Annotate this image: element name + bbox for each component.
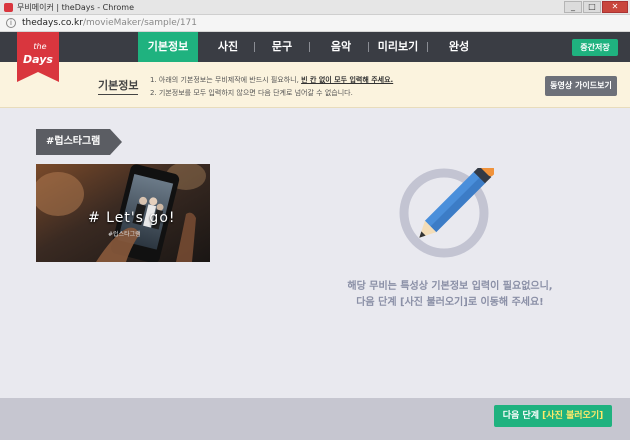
video-guide-button[interactable]: 동영상 가이드보기 bbox=[545, 76, 617, 96]
next-step-highlight: [사진 불러오기] bbox=[542, 411, 604, 421]
info-instructions: 1. 아래의 기본정보는 무비제작에 반드시 필요하니, 빈 칸 없이 모두 입… bbox=[150, 74, 393, 100]
info-title: 기본정보 bbox=[98, 77, 139, 95]
info-line-1-text: 1. 아래의 기본정보는 무비제작에 반드시 필요하니, bbox=[150, 76, 299, 84]
tab-basic-info[interactable]: 기본정보 bbox=[138, 32, 198, 62]
save-draft-button[interactable]: 중간저장 bbox=[572, 39, 618, 56]
address-bar[interactable]: i thedays.co.kr/movieMaker/sample/171 bbox=[0, 15, 630, 32]
close-button[interactable]: ✕ bbox=[602, 1, 628, 13]
nav-divider bbox=[427, 42, 428, 52]
tab-preview[interactable]: 미리보기 bbox=[375, 32, 421, 62]
tab-photo[interactable]: 사진 bbox=[216, 32, 240, 62]
skip-message: 해당 무비는 특성상 기본정보 입력이 필요없으니, 다음 단계 [사진 불러오… bbox=[330, 279, 570, 311]
nav-divider bbox=[309, 42, 310, 52]
tab-complete[interactable]: 완성 bbox=[446, 32, 472, 62]
thumbnail-caption: # Let's go! bbox=[88, 210, 176, 226]
skip-message-line-2: 다음 단계 [사진 불러오기]로 이동해 주세요! bbox=[356, 297, 544, 308]
info-line-1-emphasis: 빈 칸 없이 모두 입력해 주세요. bbox=[301, 76, 394, 84]
logo-top-text: the bbox=[33, 42, 46, 51]
sample-thumbnail[interactable]: # Let's go! #럽스타그램 bbox=[36, 164, 210, 262]
next-step-label: 다음 단계 bbox=[502, 411, 540, 421]
window-controls: _ □ ✕ bbox=[564, 1, 628, 13]
sample-tag-label: #럽스타그램 bbox=[46, 136, 101, 147]
logo-bottom-text: Days bbox=[23, 53, 53, 66]
browser-titlebar: 무비메이커 | theDays - Chrome _ □ ✕ bbox=[0, 0, 630, 15]
url-text[interactable]: thedays.co.kr/movieMaker/sample/171 bbox=[22, 17, 197, 30]
tab-text[interactable]: 문구 bbox=[269, 32, 295, 62]
maximize-button[interactable]: □ bbox=[583, 1, 601, 13]
info-icon[interactable]: i bbox=[6, 18, 16, 28]
window-title: 무비메이커 | theDays - Chrome bbox=[17, 3, 135, 12]
nav-divider bbox=[368, 42, 369, 52]
thedays-logo[interactable]: the Days bbox=[17, 32, 59, 82]
tab-music[interactable]: 음악 bbox=[328, 32, 354, 62]
next-step-button[interactable]: 다음 단계 [사진 불러오기] bbox=[494, 405, 612, 427]
info-line-2: 2. 기본정보를 모두 입력하지 않으면 다음 단계로 넘어갈 수 없습니다. bbox=[150, 89, 353, 97]
favicon-icon bbox=[4, 3, 13, 12]
thumbnail-subcaption: #럽스타그램 bbox=[108, 231, 141, 238]
minimize-button[interactable]: _ bbox=[564, 1, 582, 13]
pencil-circle-icon bbox=[399, 168, 494, 258]
nav-divider bbox=[254, 42, 255, 52]
url-path: /movieMaker/sample/171 bbox=[82, 18, 197, 28]
url-host: thedays.co.kr bbox=[22, 18, 83, 28]
main-nav: 기본정보 사진 문구 음악 미리보기 완성 bbox=[138, 32, 472, 62]
info-line-1: 1. 아래의 기본정보는 무비제작에 반드시 필요하니, 빈 칸 없이 모두 입… bbox=[150, 74, 393, 87]
sample-tag: #럽스타그램 bbox=[36, 129, 122, 155]
skip-message-line-1: 해당 무비는 특성상 기본정보 입력이 필요없으니, bbox=[347, 281, 553, 292]
